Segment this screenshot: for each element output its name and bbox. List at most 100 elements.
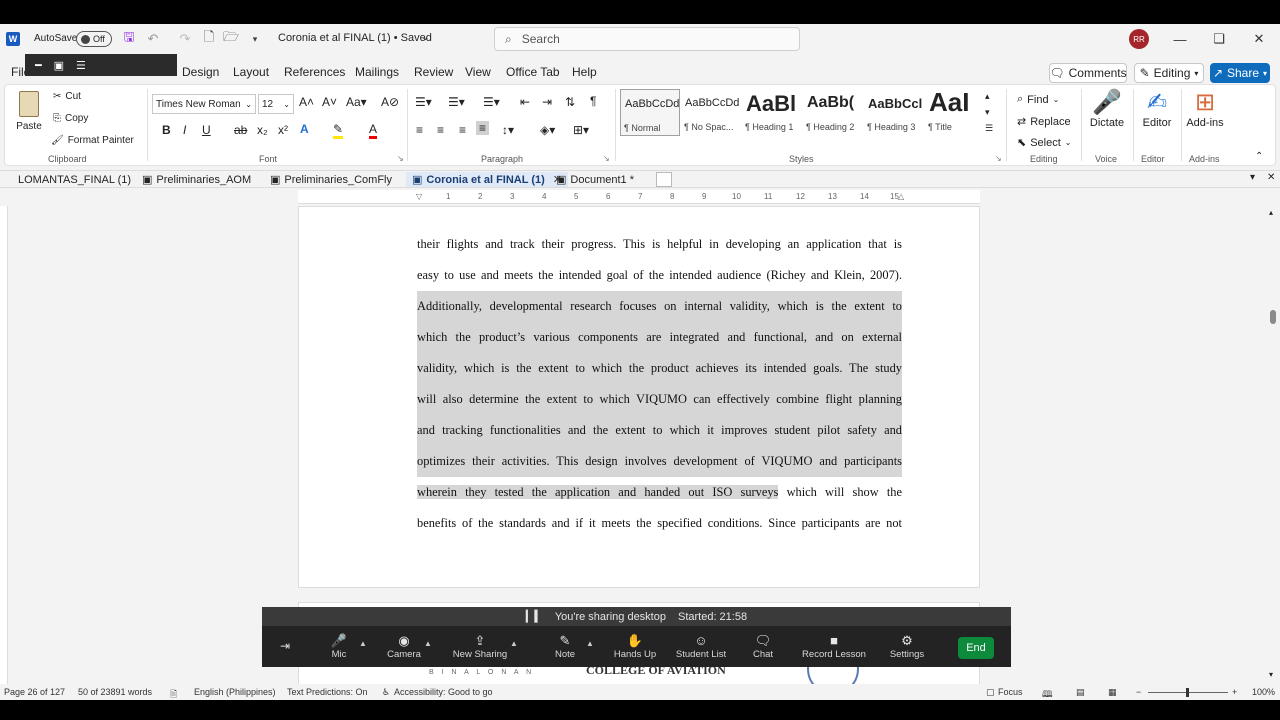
print-layout-icon[interactable]: ▤ [1076,687,1085,698]
style-heading-3[interactable]: AaBbCcl ¶ Heading 3 [864,89,924,136]
gallery-more-icon[interactable]: ☰ [985,123,993,134]
language[interactable]: English (Philippines) [194,687,276,697]
change-case-icon[interactable]: Aa▾ [346,95,367,109]
style-title[interactable]: AaI ¶ Title [925,87,985,136]
autosave-toggle[interactable]: Off [76,31,112,47]
format-painter-button[interactable]: 🖌 Format Painter [51,135,134,146]
unselected-text[interactable]: which will show the [778,485,902,499]
tab-references[interactable]: References [284,65,345,79]
menu-icon[interactable]: ☰ [76,59,86,72]
undo-icon[interactable]: ↶ [144,30,162,48]
customize-toolbar-icon[interactable]: ▾ [246,30,264,48]
text-line[interactable]: easy to use and meets the intended goal … [417,260,902,291]
document-body-text[interactable]: their flights and track their progress. … [417,229,902,539]
bullets-icon[interactable]: ☰▾ [415,95,432,109]
text-line-selected[interactable]: Additionally, developmental research foc… [417,291,902,322]
italic-icon[interactable]: I [183,123,186,137]
font-color-icon[interactable]: A [369,122,378,139]
numbering-icon[interactable]: ☰▾ [448,95,465,109]
style-normal[interactable]: AaBbCcDd ¶ Normal [620,89,680,136]
align-right-icon[interactable]: ≡ [459,123,466,137]
focus-icon[interactable]: ▢ [986,687,995,698]
collapse-ribbon-icon[interactable]: ⌃ [1255,151,1263,162]
horizontal-ruler[interactable]: ▽ 1 2 3 4 5 6 7 8 9 10 11 12 13 14 15 △ [298,190,980,204]
style-heading-2[interactable]: AaBb(¶ Heading 2 [803,89,863,136]
avatar[interactable]: RR [1129,29,1149,49]
text-line-selected[interactable]: validity, which is the extent to which t… [417,353,902,384]
align-center-icon[interactable]: ≡ [437,123,444,137]
subscript-icon[interactable]: x₂ [257,123,268,137]
text-line-selected[interactable]: which the product’s various components a… [417,322,902,353]
accessibility-status[interactable]: Accessibility: Good to go [394,687,493,697]
focus-mode[interactable]: Focus [998,687,1023,697]
align-left-icon[interactable]: ≡ [416,123,423,137]
open-folder-icon[interactable]: 🗁 [222,29,240,48]
shrink-font-icon[interactable]: A˅ [322,95,337,109]
doc-tab-active[interactable]: ▣ Coronia et al FINAL (1) ✕ [406,172,568,187]
chevron-up-icon[interactable]: ▲ [424,639,432,648]
indent-marker-icon[interactable]: △ [898,192,904,201]
tab-design[interactable]: Design [182,65,219,79]
web-layout-icon[interactable]: ▦ [1108,687,1117,698]
settings-button[interactable]: ⚙ Settings [872,633,942,660]
sort-icon[interactable]: ⇅ [565,95,575,109]
hands-up-button[interactable]: ✋ Hands Up [600,633,670,660]
chevron-up-icon[interactable]: ▲ [359,639,367,648]
zoom-level[interactable]: 100% [1252,687,1275,697]
new-tab-button[interactable] [656,172,672,187]
text-line-selected[interactable]: and tracking functionalities and the ext… [417,415,902,446]
chevron-down-icon[interactable]: ⌄ [421,32,429,43]
close-icon[interactable]: ✕ [1247,29,1271,49]
text-effects-icon[interactable]: A [300,122,309,136]
chevron-up-icon[interactable]: ▲ [510,639,518,648]
vertical-scrollbar[interactable]: ▴ ▾ [1266,206,1280,684]
clear-formatting-icon[interactable]: A⊘ [381,95,399,109]
search-input[interactable]: ⌕ Search [494,27,800,51]
zoom-slider-thumb[interactable] [1186,688,1189,697]
justify-icon[interactable]: ≡ [476,121,490,135]
select-button[interactable]: ⬉ Select ⌄ [1017,136,1072,150]
find-button[interactable]: ⌕ Find ⌄ [1017,93,1059,106]
bold-icon[interactable]: B [162,123,171,137]
underline-icon[interactable]: U [202,123,211,137]
tab-review[interactable]: Review [414,65,453,79]
selected-text[interactable]: wherein they tested the application and … [417,485,779,499]
gallery-up-icon[interactable]: ▴ [985,91,990,102]
share-button[interactable]: ↗ Share ▾ [1210,63,1270,83]
new-sharing-button[interactable]: ⇪ New Sharing [445,633,515,660]
add-ins-button[interactable]: ⊞ Add-ins [1185,89,1225,129]
read-mode-icon[interactable]: 🕮 [1042,687,1053,700]
editor-button[interactable]: ✍ Editor [1137,89,1177,129]
tab-layout[interactable]: Layout [233,65,269,79]
window-icon[interactable]: ▣ [54,59,64,72]
record-lesson-button[interactable]: ■ Record Lesson [799,633,869,660]
cut-button[interactable]: ✂ Cut [53,91,81,102]
grow-font-icon[interactable]: A˄ [299,95,314,109]
zoom-out-icon[interactable]: − [1136,687,1141,697]
tab-list-icon[interactable]: ▾ [1250,172,1255,183]
doc-tab[interactable]: ▣ Preliminaries_AOM [142,172,251,187]
font-size-select[interactable]: 12 ⌄ [258,94,294,114]
doc-tab[interactable]: LOMANTAS_FINAL (1) [18,172,131,187]
dialog-launcher-icon[interactable]: ↘ [397,154,404,163]
decrease-indent-icon[interactable]: ⇤ [520,95,530,109]
student-list-button[interactable]: ☺ Student List [666,633,736,660]
style-no-spacing[interactable]: AaBbCcDd ¶ No Spac... [681,89,741,136]
comments-button[interactable]: 🗨 Comments [1049,63,1127,83]
multilevel-list-icon[interactable]: ☰▾ [483,95,500,109]
borders-icon[interactable]: ⊞▾ [573,123,589,137]
accessibility-icon[interactable]: ♿ [382,687,390,698]
word-count[interactable]: 50 of 23891 words [78,687,152,697]
chat-button[interactable]: 🗨 Chat [728,633,798,660]
text-predictions[interactable]: Text Predictions: On [287,687,368,697]
scroll-thumb[interactable] [1270,310,1276,324]
minimize-icon[interactable]: — [1168,29,1192,49]
tab-help[interactable]: Help [572,65,597,79]
dialog-launcher-icon[interactable]: ↘ [603,154,610,163]
save-icon[interactable]: 🖫 [120,29,138,48]
doc-tab[interactable]: ▣ Document1 * [556,172,634,187]
zoom-in-icon[interactable]: + [1232,687,1237,697]
end-button[interactable]: End [958,637,994,659]
font-family-select[interactable]: Times New Roman ⌄ [152,94,256,114]
indent-marker-icon[interactable]: ▽ [416,192,422,201]
